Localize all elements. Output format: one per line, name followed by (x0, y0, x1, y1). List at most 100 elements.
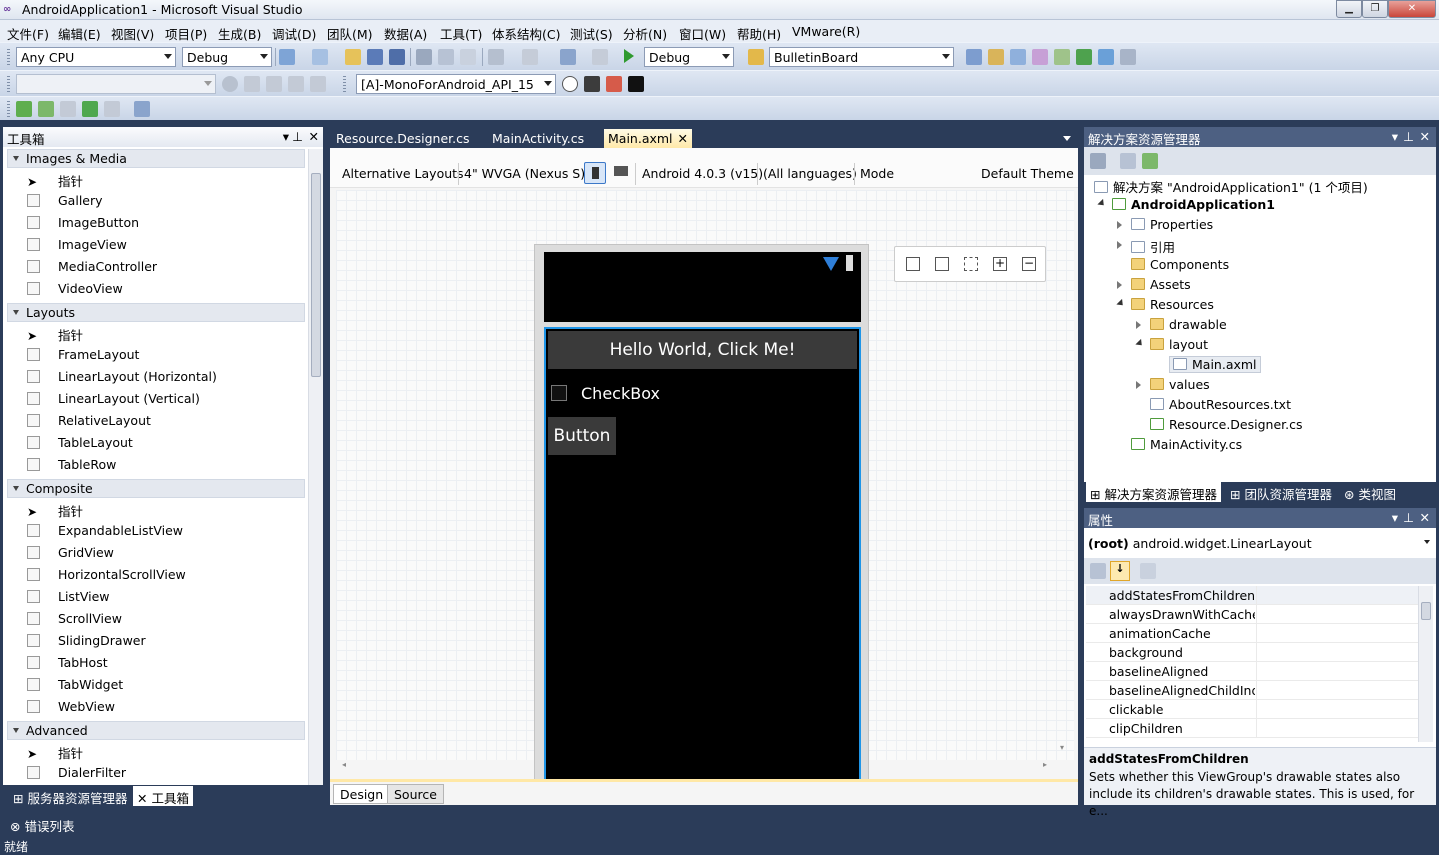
redo-icon[interactable] (522, 49, 538, 65)
actual-size-icon[interactable] (935, 257, 949, 271)
toolbox-item[interactable]: ScrollView (27, 611, 122, 626)
tab-class-view[interactable]: ⊛ 类视图 (1340, 482, 1400, 502)
menu-view[interactable]: 视图(V) (111, 24, 154, 43)
tab-design[interactable]: Design (333, 784, 391, 804)
expand-icon[interactable] (1136, 321, 1141, 329)
property-row[interactable]: clipChildren (1086, 719, 1418, 738)
toolbar-grip[interactable] (7, 49, 10, 65)
tree-node[interactable]: AboutResources.txt (1150, 397, 1291, 412)
add-item-icon[interactable] (312, 49, 328, 65)
mode-select[interactable]: Mode (860, 166, 894, 181)
run-icon[interactable] (16, 101, 32, 117)
dropdown-icon[interactable]: ▾ (1392, 510, 1398, 525)
refresh-icon[interactable] (1142, 153, 1158, 169)
toolbox-category[interactable]: Advanced (7, 721, 305, 740)
show-all-files-icon[interactable] (1120, 153, 1136, 169)
menu-file[interactable]: 文件(F) (7, 24, 49, 43)
save-all-icon[interactable] (389, 49, 405, 65)
console-icon[interactable] (628, 76, 644, 92)
solution-explorer-icon[interactable] (966, 49, 982, 65)
expand-icon[interactable] (1117, 281, 1122, 289)
collapse-icon[interactable] (1116, 298, 1126, 309)
checkbox-label[interactable]: CheckBox (581, 384, 660, 403)
toolbox-item[interactable]: GridView (27, 545, 114, 560)
tree-node[interactable]: Properties (1131, 217, 1213, 232)
tab-main-activity[interactable]: MainActivity.cs (488, 129, 588, 149)
toolbox-icon[interactable] (1032, 49, 1048, 65)
cut-icon[interactable] (416, 49, 432, 65)
toolbox-item[interactable]: ➤ 指针 (27, 325, 83, 344)
menu-project[interactable]: 项目(P) (165, 24, 207, 43)
property-value[interactable] (1256, 624, 1418, 643)
menu-build[interactable]: 生成(B) (218, 24, 261, 43)
device-select[interactable]: 4" WVGA (Nexus S) (464, 166, 585, 181)
solution-config-combo[interactable]: Debug (644, 47, 734, 67)
close-button[interactable]: ✕ (1388, 0, 1436, 18)
fit-window-icon[interactable] (906, 257, 920, 271)
paste-icon[interactable] (460, 49, 476, 65)
toolbox-item[interactable]: DialerFilter (27, 765, 126, 780)
property-row[interactable]: clickable (1086, 700, 1418, 719)
step-icon[interactable] (82, 101, 98, 117)
menu-test[interactable]: 测试(S) (570, 24, 613, 43)
emulator-icon[interactable] (606, 76, 622, 92)
config-manager-icon[interactable] (134, 101, 150, 117)
expand-icon[interactable] (1117, 221, 1122, 229)
toolbox-category[interactable]: Layouts (7, 303, 305, 322)
toolbox-item[interactable]: ExpandableListView (27, 523, 183, 538)
toolbox-item[interactable]: FrameLayout (27, 347, 139, 362)
tab-toolbox[interactable]: ✕ 工具箱 (133, 786, 193, 806)
tree-node[interactable]: Resources (1131, 297, 1214, 312)
device-icon[interactable] (584, 76, 600, 92)
dropdown-icon[interactable]: ▾ (1392, 129, 1398, 144)
expand-icon[interactable] (1117, 241, 1122, 249)
navigate-backward-icon[interactable] (560, 49, 576, 65)
tree-node[interactable]: drawable (1150, 317, 1227, 332)
copy-icon[interactable] (438, 49, 454, 65)
info-icon[interactable] (562, 76, 578, 92)
property-value[interactable] (1256, 681, 1418, 700)
property-row[interactable]: baselineAlignedChildInde (1086, 681, 1418, 700)
collapse-icon[interactable] (1097, 198, 1107, 209)
menu-data[interactable]: 数据(A) (384, 24, 427, 43)
error-list-tab[interactable]: ⊗ 错误列表 (6, 814, 78, 834)
toolbox-item[interactable]: VideoView (27, 281, 123, 296)
find-combo[interactable]: BulletinBoard (769, 47, 954, 67)
tree-node[interactable]: Components (1131, 257, 1229, 272)
fit-screen-icon[interactable] (964, 257, 978, 271)
toolbox-category[interactable]: Images & Media (7, 149, 305, 168)
pin-icon[interactable]: ⊥ (292, 129, 303, 144)
property-value[interactable] (1256, 605, 1418, 624)
portrait-icon[interactable] (584, 162, 606, 184)
tree-node[interactable]: Assets (1131, 277, 1191, 292)
tree-node[interactable]: AndroidApplication1 (1112, 197, 1275, 212)
scroll-thumb[interactable] (311, 173, 321, 377)
toolbox-item[interactable]: RelativeLayout (27, 413, 151, 428)
expand-icon[interactable] (1136, 381, 1141, 389)
maximize-button[interactable]: ❐ (1362, 0, 1388, 18)
menu-help[interactable]: 帮助(H) (737, 24, 781, 43)
theme-select[interactable]: Default Theme (981, 166, 1074, 181)
start-page-icon[interactable] (1076, 49, 1092, 65)
linear-layout-root[interactable]: Hello World, Click Me! CheckBox Button (544, 327, 861, 785)
toolbox-category[interactable]: Composite (7, 479, 305, 498)
checkbox[interactable] (551, 385, 567, 401)
menu-tools[interactable]: 工具(T) (440, 24, 482, 43)
tab-team-explorer[interactable]: ⊞ 团队资源管理器 (1226, 482, 1336, 502)
tree-node[interactable]: Resource.Designer.cs (1150, 417, 1303, 432)
toolbox-item[interactable]: LinearLayout (Horizontal) (27, 369, 217, 384)
tree-node[interactable]: 解决方案 "AndroidApplication1" (1 个项目) (1094, 177, 1368, 196)
tab-main-axml[interactable]: Main.axml ✕ (604, 129, 692, 149)
toolbox-item[interactable]: ImageButton (27, 215, 139, 230)
toolbox-item[interactable]: WebView (27, 699, 115, 714)
menu-architecture[interactable]: 体系结构(C) (492, 24, 560, 43)
property-row[interactable]: background (1086, 643, 1418, 662)
tree-node[interactable]: Main.axml (1169, 356, 1261, 373)
menu-debug[interactable]: 调试(D) (272, 24, 316, 43)
zoom-in-icon[interactable]: + (993, 257, 1007, 271)
property-value[interactable] (1256, 719, 1418, 738)
categorized-icon[interactable] (1090, 563, 1106, 579)
tab-dropdown-icon[interactable] (1063, 136, 1071, 141)
alphabetical-icon[interactable]: ↓ (1110, 561, 1130, 581)
property-value[interactable] (1256, 662, 1418, 681)
